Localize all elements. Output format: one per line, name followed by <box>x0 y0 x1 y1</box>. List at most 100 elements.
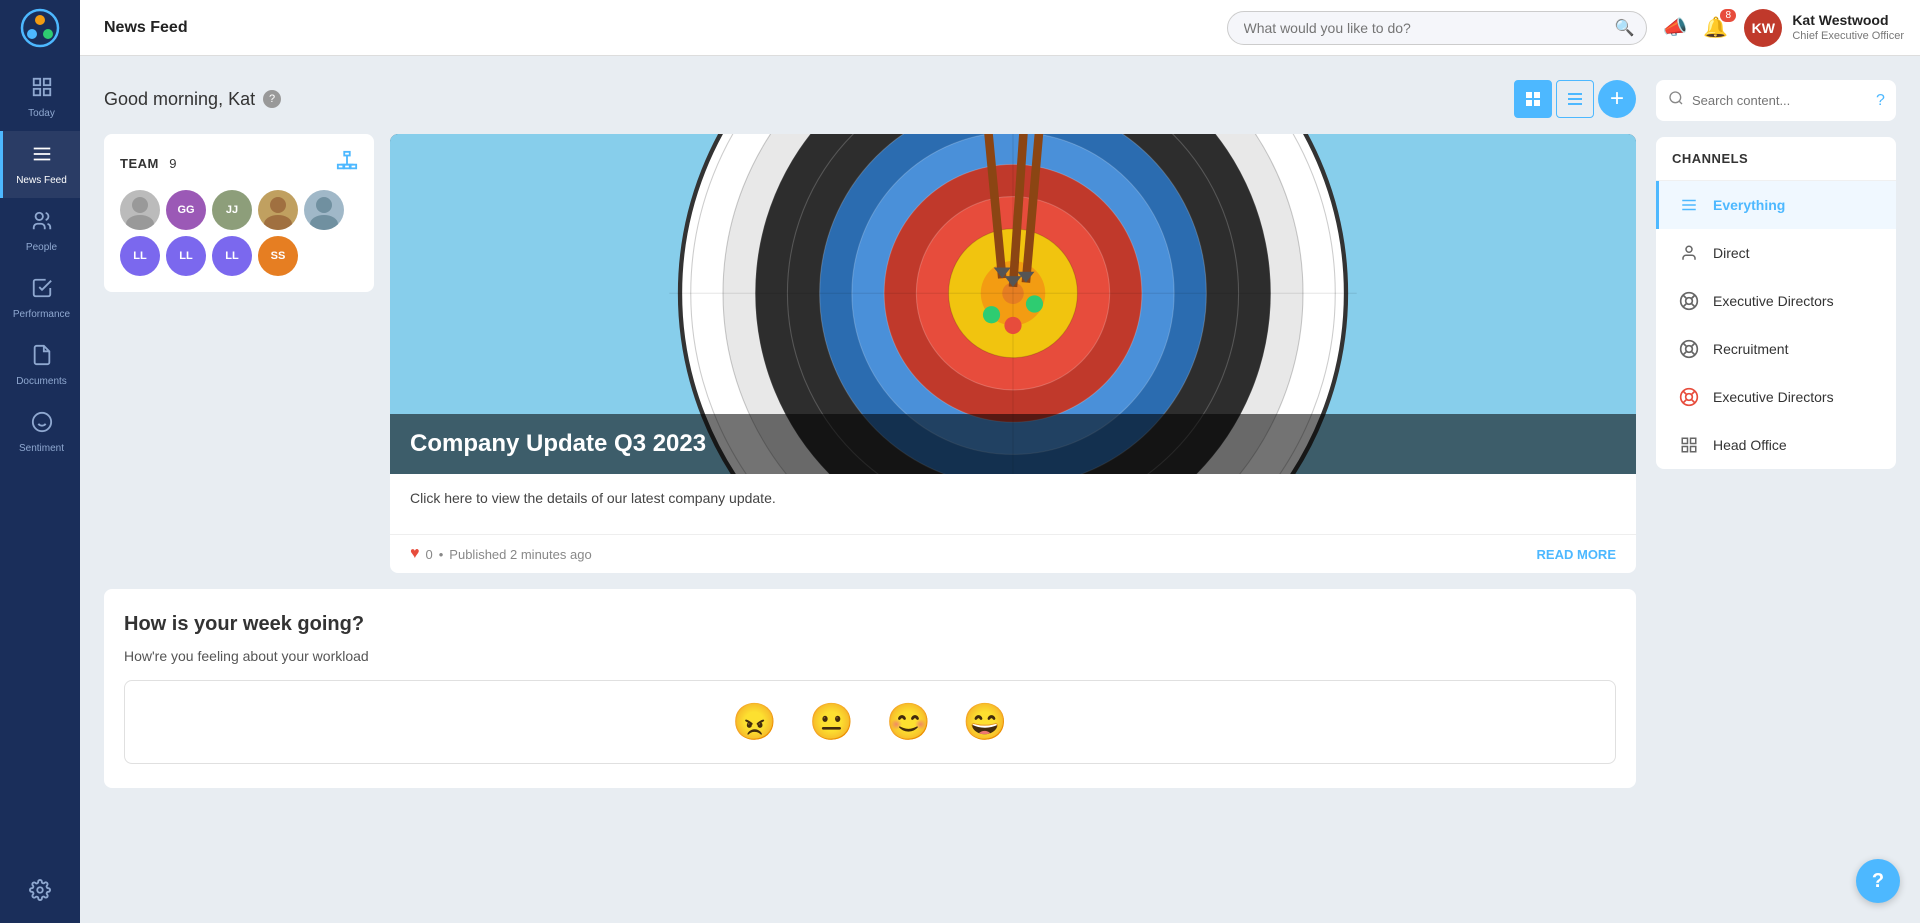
today-icon <box>31 76 53 104</box>
sidebar-item-performance-label: Performance <box>13 309 70 320</box>
emoji-very-happy[interactable]: 😄 <box>963 701 1008 743</box>
app-logo <box>20 8 60 48</box>
like-icon[interactable]: ♥ <box>410 545 420 563</box>
people-icon <box>31 210 53 238</box>
sidebar-item-news-feed-label: News Feed <box>16 175 67 186</box>
survey-title: How is your week going? <box>124 613 1616 636</box>
head-office-icon <box>1675 431 1703 459</box>
news-feed-icon <box>31 143 53 171</box>
sidebar-item-sentiment-label: Sentiment <box>19 443 64 454</box>
org-chart-icon[interactable] <box>336 150 358 178</box>
add-post-button[interactable]: + <box>1598 80 1636 118</box>
channel-label-direct: Direct <box>1713 245 1750 261</box>
feed-area: Good morning, Kat ? + TEAM 9 <box>104 80 1636 899</box>
notification-badge: 8 <box>1720 9 1736 22</box>
read-more-link[interactable]: READ MORE <box>1537 547 1616 562</box>
executive-directors-1-icon <box>1675 287 1703 315</box>
user-info[interactable]: KW Kat Westwood Chief Executive Officer <box>1744 9 1904 47</box>
team-avatars: GG JJ LL LL LL SS <box>120 190 358 276</box>
channels-title: CHANNELS <box>1656 137 1896 181</box>
sidebar-item-performance[interactable]: Performance <box>0 265 80 332</box>
greeting-bar: Good morning, Kat ? + <box>104 80 1636 118</box>
channels-box: CHANNELS Everything Direct Executive Dir… <box>1656 137 1896 469</box>
channel-item-everything[interactable]: Everything <box>1656 181 1896 229</box>
team-title: TEAM <box>120 156 159 171</box>
search-content-input[interactable] <box>1692 93 1868 108</box>
channel-item-head-office[interactable]: Head Office <box>1656 421 1896 469</box>
emoji-neutral[interactable]: 😐 <box>809 701 854 743</box>
search-input[interactable] <box>1227 11 1647 45</box>
sidebar-nav: Today News Feed People Performance Docum… <box>0 56 80 466</box>
help-fab[interactable]: ? <box>1856 859 1900 903</box>
executive-directors-2-icon <box>1675 383 1703 411</box>
team-avatar[interactable] <box>120 190 160 230</box>
channel-label-recruitment: Recruitment <box>1713 341 1788 357</box>
avatar: KW <box>1744 9 1782 47</box>
emoji-angry[interactable]: 😠 <box>732 701 777 743</box>
search-icon: 🔍 <box>1615 18 1635 38</box>
team-count: 9 <box>169 156 176 171</box>
channel-item-direct[interactable]: Direct <box>1656 229 1896 277</box>
survey-card: How is your week going? How're you feeli… <box>104 589 1636 788</box>
everything-icon <box>1675 191 1703 219</box>
like-count: 0 <box>426 547 433 562</box>
team-card: TEAM 9 GG JJ <box>104 134 374 292</box>
sidebar-bottom <box>29 879 51 907</box>
sidebar-item-people[interactable]: People <box>0 198 80 265</box>
direct-icon <box>1675 239 1703 267</box>
sidebar-item-documents[interactable]: Documents <box>0 332 80 399</box>
news-body: Click here to view the details of our la… <box>390 474 1636 534</box>
news-image: Company Update Q3 2023 <box>390 134 1636 474</box>
page-title: News Feed <box>80 19 1211 37</box>
documents-icon <box>31 344 53 372</box>
news-footer: ♥ 0 • Published 2 minutes ago READ MORE <box>390 534 1636 573</box>
sidebar-item-people-label: People <box>26 242 57 253</box>
search-content-icon <box>1668 90 1684 111</box>
channel-label-everything: Everything <box>1713 197 1785 213</box>
team-avatar[interactable] <box>304 190 344 230</box>
emoji-happy[interactable]: 😊 <box>886 701 931 743</box>
notifications-icon[interactable]: 🔔 8 <box>1703 15 1728 40</box>
sidebar-item-today-label: Today <box>28 108 55 119</box>
team-avatar[interactable]: LL <box>120 236 160 276</box>
news-article-title: Company Update Q3 2023 <box>410 430 1616 458</box>
search-bar: 🔍 <box>1227 11 1647 45</box>
channel-label-executive-directors-1: Executive Directors <box>1713 293 1834 309</box>
team-avatar[interactable]: LL <box>166 236 206 276</box>
announcements-icon[interactable]: 📣 <box>1663 15 1688 40</box>
channel-item-executive-directors-2[interactable]: Executive Directors <box>1656 373 1896 421</box>
user-role: Chief Executive Officer <box>1792 29 1904 43</box>
bullet: • <box>439 547 444 562</box>
list-view-button[interactable] <box>1556 80 1594 118</box>
team-avatar[interactable]: GG <box>166 190 206 230</box>
team-avatar[interactable] <box>258 190 298 230</box>
sidebar-item-news-feed[interactable]: News Feed <box>0 131 80 198</box>
news-title-overlay: Company Update Q3 2023 <box>390 414 1636 474</box>
published-time: Published 2 minutes ago <box>449 547 591 562</box>
sidebar-item-documents-label: Documents <box>16 376 67 387</box>
greeting-text: Good morning, Kat ? <box>104 89 281 110</box>
user-name: Kat Westwood <box>1792 11 1904 29</box>
channel-item-recruitment[interactable]: Recruitment <box>1656 325 1896 373</box>
main-content: Good morning, Kat ? + TEAM 9 <box>80 56 1920 923</box>
sidebar-item-sentiment[interactable]: Sentiment <box>0 399 80 466</box>
channel-label-executive-directors-2: Executive Directors <box>1713 389 1834 405</box>
right-panel: ? CHANNELS Everything Direct <box>1656 80 1896 899</box>
sentiment-icon <box>31 411 53 439</box>
recruitment-icon <box>1675 335 1703 363</box>
grid-view-button[interactable] <box>1514 80 1552 118</box>
sidebar-item-today[interactable]: Today <box>0 64 80 131</box>
team-avatar[interactable]: JJ <box>212 190 252 230</box>
settings-icon[interactable] <box>29 879 51 907</box>
search-content-box: ? <box>1656 80 1896 121</box>
survey-emojis: 😠 😐 😊 😄 <box>124 680 1616 764</box>
channel-item-executive-directors-1[interactable]: Executive Directors <box>1656 277 1896 325</box>
news-description: Click here to view the details of our la… <box>410 490 1616 506</box>
greeting-help-icon[interactable]: ? <box>263 90 281 108</box>
team-avatar[interactable]: SS <box>258 236 298 276</box>
team-avatar[interactable]: LL <box>212 236 252 276</box>
search-help-icon[interactable]: ? <box>1876 92 1885 110</box>
channel-label-head-office: Head Office <box>1713 437 1787 453</box>
team-header: TEAM 9 <box>120 150 358 178</box>
view-toggles: + <box>1514 80 1636 118</box>
